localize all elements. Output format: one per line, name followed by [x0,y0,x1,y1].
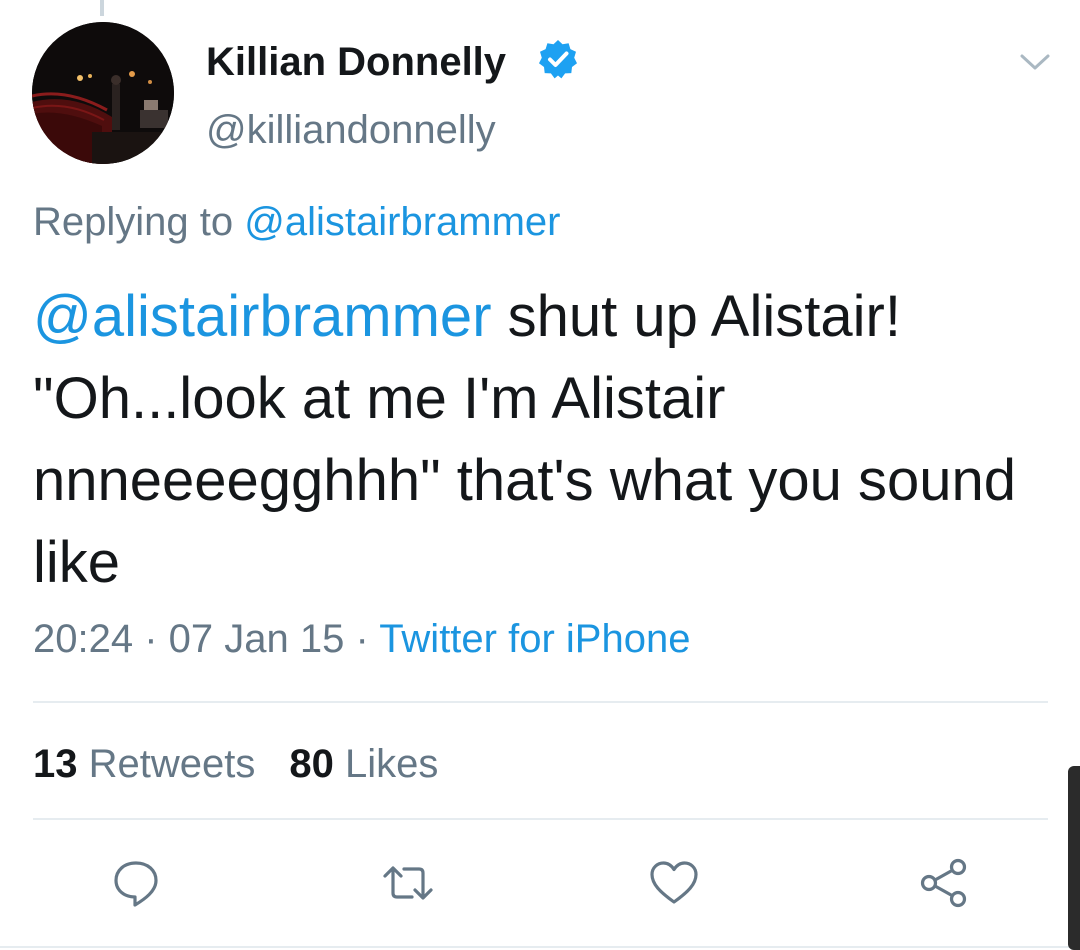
replying-to-prefix: Replying to [33,200,234,244]
tweet-date[interactable]: 07 Jan 15 [169,617,345,661]
tweet-stats: 13 Retweets 80 Likes [33,740,438,788]
tweet-text-line1: shut up Alistair! [491,284,901,349]
tweet-text-rest: "Oh...look at me I'm Alistair nnneeeeggh… [33,366,1016,595]
likes-count: 80 [289,742,334,786]
meta-separator-2: · [344,617,380,661]
tweet-source-link[interactable]: Twitter for iPhone [379,617,690,661]
retweet-button[interactable] [380,855,436,911]
chevron-down-icon[interactable] [1018,50,1052,74]
reply-button[interactable] [108,855,164,911]
divider [0,946,1080,948]
divider [33,818,1048,820]
author-handle[interactable]: @killiandonnelly [206,106,496,154]
likes-stat[interactable]: 80 Likes [289,742,438,786]
scrollbar-thumb[interactable] [1068,766,1080,950]
verified-badge-icon [539,40,577,79]
likes-label: Likes [333,742,439,786]
like-button[interactable] [646,855,702,911]
meta-separator-1: · [133,617,169,661]
tweet-text: @alistairbrammer shut up Alistair! "Oh...… [33,276,1063,604]
thread-connector-line [100,0,104,16]
share-button[interactable] [916,855,972,911]
avatar[interactable] [32,22,174,164]
retweet-icon [383,866,433,900]
tweet-mention-link[interactable]: @alistairbrammer [33,284,492,349]
tweet-time[interactable]: 20:24 [33,617,133,661]
replying-to-mention-link[interactable]: @alistairbrammer [244,200,560,244]
retweets-count: 13 [33,742,78,786]
retweets-label: Retweets [77,742,256,786]
divider [33,701,1048,703]
replying-to-line: Replying to @alistairbrammer [33,198,560,246]
reply-icon [114,861,158,907]
avatar-image [32,22,174,164]
share-icon [920,858,967,908]
author-display-name[interactable]: Killian Donnelly [206,38,506,86]
retweets-stat[interactable]: 13 Retweets [33,742,255,786]
like-icon [650,861,698,904]
tweet-meta: 20:24 · 07 Jan 15 · Twitter for iPhone [33,615,690,663]
